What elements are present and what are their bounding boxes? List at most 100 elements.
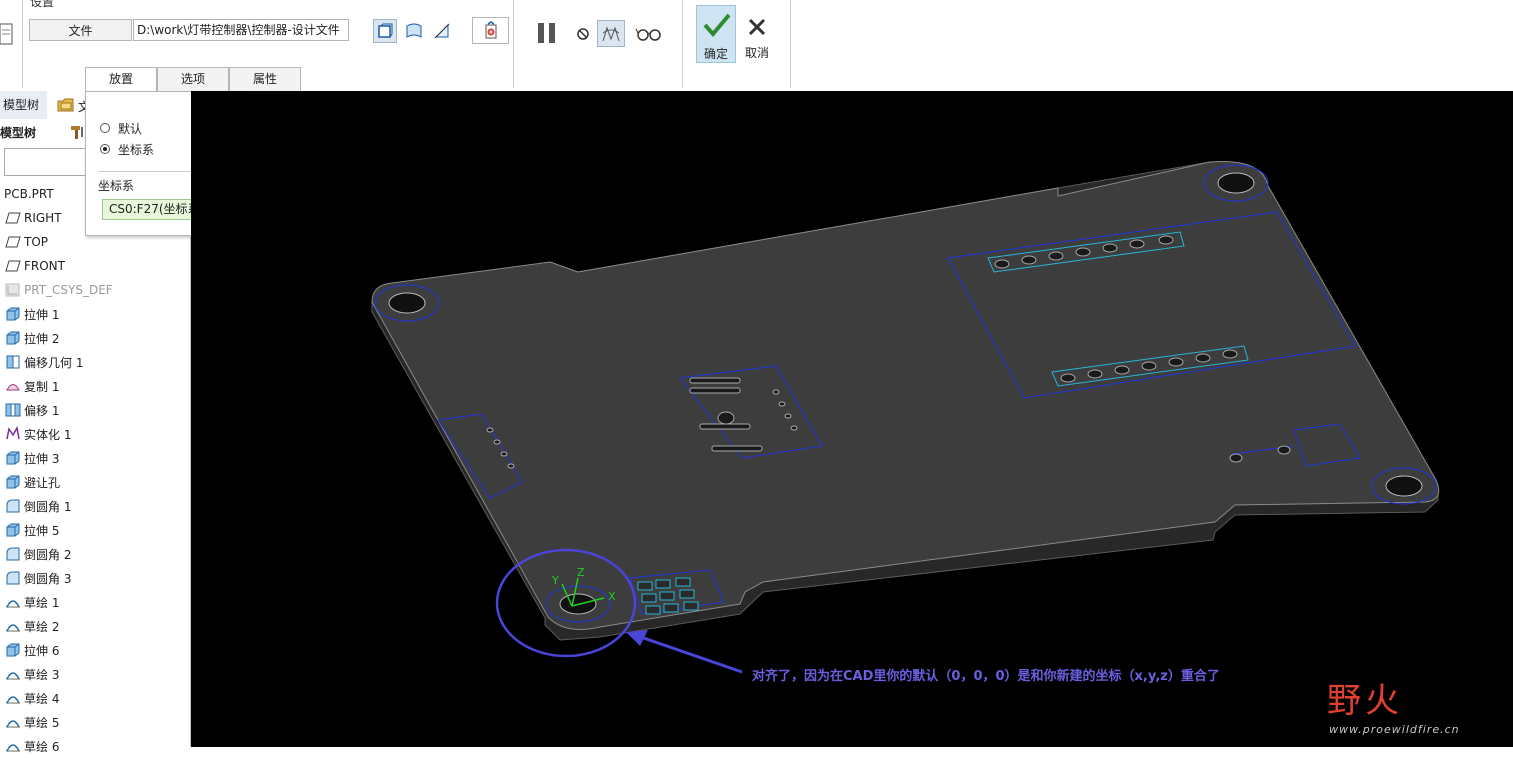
add-feature-icon[interactable] <box>472 17 509 44</box>
group-title: 设置 <box>30 0 55 9</box>
tree-item[interactable]: 草绘 1 <box>0 590 190 614</box>
tree-item-label: 偏移 1 <box>24 403 60 418</box>
radio-csys-label: 坐标系 <box>118 142 155 157</box>
watermark-logo: 野火 <box>1327 681 1403 721</box>
tab-placement[interactable]: 放置 <box>85 67 157 92</box>
axis-label-y: Y <box>551 574 559 587</box>
preview-icon[interactable] <box>597 20 625 47</box>
folder-icon <box>57 98 74 112</box>
tree-item[interactable]: 拉伸 2 <box>0 326 190 350</box>
tree-item-label: 拉伸 6 <box>24 643 60 658</box>
path-field[interactable]: D:\work\灯带控制器\控制器-设计文件 <box>133 19 349 41</box>
tree-item[interactable]: 倒圆角 3 <box>0 566 190 590</box>
tree-item-label: 草绘 3 <box>24 667 60 682</box>
tree-item[interactable]: PRT_CSYS_DEF <box>0 278 190 302</box>
cancel-button[interactable]: 取消 <box>738 5 776 63</box>
extrude-icon <box>4 474 22 490</box>
ribbon: 设置 文件 D:\work\灯带控制器\控制器-设计文件 确定 取消 放置 选项… <box>0 0 1513 92</box>
checkmark-icon <box>703 13 731 38</box>
tree-item-label: 草绘 2 <box>24 619 60 634</box>
csys-icon <box>4 282 22 298</box>
extrude-icon <box>4 306 22 322</box>
tree-item[interactable]: 草绘 5 <box>0 710 190 734</box>
tree-item[interactable]: 拉伸 3 <box>0 446 190 470</box>
plane-icon[interactable] <box>430 19 454 43</box>
csys-caption: 坐标系 <box>98 179 135 193</box>
tree-item[interactable]: FRONT <box>0 254 190 278</box>
extrude-icon <box>4 330 22 346</box>
radio-csys[interactable]: 坐标系 <box>100 141 154 157</box>
tree-item[interactable]: 偏移 1 <box>0 398 190 422</box>
tab-model-tree[interactable]: 模型树 <box>0 91 47 119</box>
tree-item[interactable]: 拉伸 5 <box>0 518 190 542</box>
tree-item[interactable]: 草绘 2 <box>0 614 190 638</box>
hammer-icon[interactable] <box>69 124 85 140</box>
extrude-icon <box>4 522 22 538</box>
tree-item[interactable]: 草绘 6 <box>0 734 190 758</box>
tree-item-label: 草绘 6 <box>24 739 60 754</box>
tree-item[interactable]: 复制 1 <box>0 374 190 398</box>
hole-bottom-right <box>1385 475 1423 497</box>
ribbon-separator <box>790 0 791 88</box>
tree-search-input[interactable] <box>4 148 86 176</box>
tree-item[interactable]: 偏移几何 1 <box>0 350 190 374</box>
tree-item[interactable]: 避让孔 <box>0 470 190 494</box>
tree-item-label: 拉伸 1 <box>24 307 60 322</box>
tree-item-label: 倒圆角 1 <box>24 499 72 514</box>
tree-item[interactable]: 实体化 1 <box>0 422 190 446</box>
tree-item-label: 复制 1 <box>24 379 60 394</box>
tree-item[interactable]: 拉伸 6 <box>0 638 190 662</box>
sketch-icon <box>4 738 22 754</box>
round-icon <box>4 570 22 586</box>
tree-item-label: RIGHT <box>24 211 62 225</box>
tree-item-label: 拉伸 5 <box>24 523 60 538</box>
no-preview-icon[interactable] <box>571 22 595 46</box>
annotation-text: 对齐了，因为在CAD里你的默认（0，0，0）是和你新建的坐标（x,y,z）重合了 <box>752 669 1220 684</box>
tab-options[interactable]: 选项 <box>157 67 229 91</box>
radio-default-indicator[interactable] <box>100 123 110 133</box>
tree-item-label: 偏移几何 1 <box>24 355 84 370</box>
hole-top-right <box>1217 172 1255 194</box>
pcb-model[interactable]: X Y Z <box>191 91 1513 747</box>
bottom-pads <box>637 577 699 615</box>
datum-plane-icon <box>4 258 22 274</box>
board-top-face <box>371 161 1440 630</box>
document-icon[interactable] <box>0 18 14 48</box>
tree-item-label: 草绘 5 <box>24 715 60 730</box>
ribbon-separator <box>513 0 514 88</box>
solid-box-icon[interactable] <box>373 19 397 43</box>
sketch-icon <box>4 714 22 730</box>
tree-item-label: TOP <box>24 235 49 249</box>
tab-folder-browser[interactable]: 文 <box>54 94 90 116</box>
extrude-icon <box>4 450 22 466</box>
tree-item-label: 倒圆角 3 <box>24 571 72 586</box>
sketch-icon <box>4 690 22 706</box>
round-icon <box>4 498 22 514</box>
tree-item[interactable]: 拉伸 1 <box>0 302 190 326</box>
sketch-icon <box>4 594 22 610</box>
axis-label-x: X <box>608 590 616 603</box>
graphics-viewport[interactable]: X Y Z 对齐了，因为在CAD里你的默认（0，0，0）是和你新建的坐标（x,y… <box>191 91 1513 747</box>
surface-icon[interactable] <box>402 19 426 43</box>
pause-icon[interactable] <box>535 21 559 45</box>
radio-default[interactable]: 默认 <box>100 120 142 136</box>
tab-properties[interactable]: 属性 <box>229 67 301 91</box>
offset-icon <box>4 402 22 418</box>
tree-item-label: 草绘 1 <box>24 595 60 610</box>
copy-icon <box>4 378 22 394</box>
file-button[interactable]: 文件 <box>29 19 132 41</box>
tree-header: 模型树 <box>0 126 37 140</box>
radio-csys-indicator[interactable] <box>100 144 110 154</box>
glasses-icon[interactable] <box>634 21 664 45</box>
axis-label-z: Z <box>577 566 585 579</box>
tree-item[interactable]: 草绘 3 <box>0 662 190 686</box>
tree-item-label: 拉伸 2 <box>24 331 60 346</box>
tree-item[interactable]: 草绘 4 <box>0 686 190 710</box>
tree-item-label: 倒圆角 2 <box>24 547 72 562</box>
solidify-icon <box>4 426 22 442</box>
ok-button[interactable]: 确定 <box>696 5 736 63</box>
tree-item[interactable]: 倒圆角 1 <box>0 494 190 518</box>
callout-arrow-line <box>631 632 743 674</box>
tree-item-label: PCB.PRT <box>4 187 54 201</box>
tree-item[interactable]: 倒圆角 2 <box>0 542 190 566</box>
